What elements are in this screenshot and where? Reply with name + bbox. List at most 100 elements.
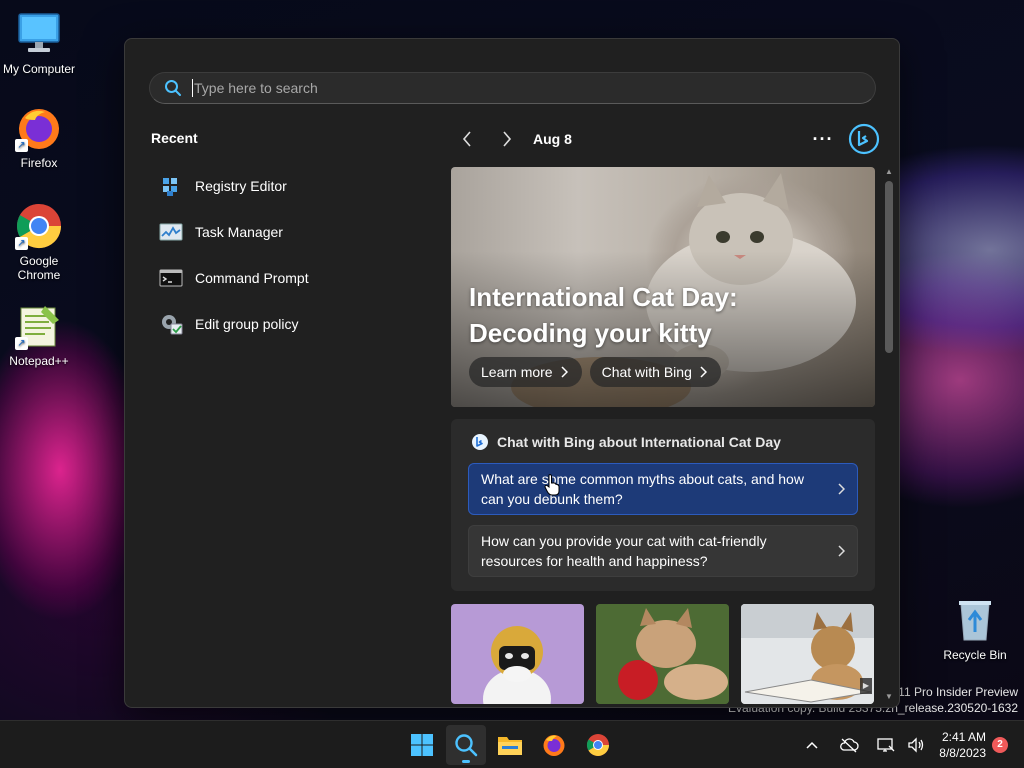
recent-item-edit-group-policy[interactable]: Edit group policy [159, 301, 419, 347]
desktop-icon-label: Firefox [20, 156, 58, 170]
search-panel: Recent Registry Editor Task [124, 38, 900, 708]
taskbar: 2:41 AM 8/8/2023 2 [0, 720, 1024, 768]
taskbar-firefox[interactable] [534, 725, 574, 765]
learn-more-label: Learn more [481, 364, 553, 380]
recent-item-label: Registry Editor [195, 178, 287, 194]
recent-item-task-manager[interactable]: Task Manager [159, 209, 419, 255]
news-feed: International Cat Day: Decoding your kit… [451, 167, 875, 709]
network-icon [877, 738, 895, 752]
desktop-icon-firefox[interactable]: ↗ Firefox [0, 104, 79, 170]
firefox-icon [543, 735, 565, 756]
notification-badge[interactable]: 2 [992, 737, 1008, 753]
desktop-icon-notepad-plus-plus[interactable]: ↗ Notepad++ [0, 302, 79, 368]
news-date: Aug 8 [533, 131, 572, 147]
search-icon [455, 734, 478, 757]
bing-chat-button[interactable] [847, 123, 881, 155]
desktop-icon-google-chrome[interactable]: ↗ Google Chrome [0, 202, 79, 282]
clock-time: 2:41 AM [941, 730, 986, 744]
scroll-up-icon[interactable]: ▲ [883, 167, 895, 176]
bing-icon [472, 434, 488, 450]
watermark-edition: s 11 Pro Insider Preview [888, 685, 1018, 699]
notepadpp-icon: ↗ [15, 302, 63, 350]
taskbar-file-explorer[interactable] [490, 725, 530, 765]
shortcut-arrow-icon: ↗ [15, 237, 28, 250]
chevron-right-icon [838, 480, 846, 500]
cat-book-photo [741, 604, 874, 704]
chat-card-heading-text: Chat with Bing about International Cat D… [497, 434, 781, 450]
chrome-icon: ↗ [15, 202, 63, 250]
taskbar-search-button[interactable] [446, 725, 486, 765]
desktop-icon-my-computer[interactable]: My Computer [0, 10, 79, 76]
hero-title[interactable]: International Cat Day: Decoding your kit… [469, 279, 799, 351]
recent-item-registry-editor[interactable]: Registry Editor [159, 163, 419, 209]
chrome-icon [587, 734, 609, 756]
next-day-button[interactable] [491, 123, 523, 155]
taskbar-clock[interactable]: 2:41 AM 8/8/2023 [939, 729, 986, 761]
windows-start-icon [411, 734, 433, 756]
chevron-up-icon [806, 741, 818, 749]
kitten-apple-photo [596, 604, 729, 704]
firefox-icon: ↗ [15, 104, 63, 152]
carousel-next-button[interactable]: ▶ [860, 678, 872, 694]
feed-scrollbar[interactable]: ▲ ▼ [883, 167, 895, 701]
taskbar-chrome[interactable] [578, 725, 618, 765]
show-hidden-icons-button[interactable] [800, 733, 824, 757]
registry-editor-icon [159, 174, 183, 198]
chevron-right-icon [561, 366, 568, 378]
search-input[interactable] [192, 79, 875, 97]
search-icon [165, 80, 181, 96]
chat-with-bing-label: Chat with Bing [601, 364, 692, 380]
recent-item-label: Edit group policy [195, 316, 299, 332]
carousel-image-kitten-apple[interactable] [596, 604, 729, 704]
chat-prompt-1[interactable]: What are some common myths about cats, a… [468, 463, 858, 515]
desktop-icon-recycle-bin[interactable]: Recycle Bin [935, 596, 1015, 662]
chat-with-bing-button[interactable]: Chat with Bing [589, 357, 721, 387]
carousel-image-cat-book[interactable]: ▶ [741, 604, 874, 704]
taskbar-apps [402, 725, 618, 765]
hero-card[interactable]: International Cat Day: Decoding your kit… [451, 167, 875, 407]
speaker-icon [908, 737, 924, 753]
news-header: Aug 8 ··· [451, 123, 881, 155]
command-prompt-icon [159, 266, 183, 290]
bing-chat-card: Chat with Bing about International Cat D… [451, 419, 875, 591]
recycle-bin-icon [951, 596, 999, 644]
desktop-icon-label: Google Chrome [17, 254, 61, 282]
chevron-right-icon [700, 366, 707, 378]
hand-cursor-icon [544, 474, 560, 496]
cloud-offline-icon [840, 738, 859, 753]
search-box[interactable] [149, 72, 876, 104]
recent-heading: Recent [151, 130, 198, 146]
monitor-icon [15, 10, 63, 58]
chevron-left-icon [462, 131, 471, 147]
more-options-button[interactable]: ··· [807, 123, 839, 155]
cat-helmet-photo [483, 626, 551, 704]
chat-prompt-2[interactable]: How can you provide your cat with cat-fr… [468, 525, 858, 577]
hero-actions: Learn more Chat with Bing [469, 357, 721, 387]
chevron-right-icon [503, 131, 512, 147]
start-button[interactable] [402, 725, 442, 765]
group-policy-icon [159, 312, 183, 336]
recent-item-command-prompt[interactable]: Command Prompt [159, 255, 419, 301]
file-explorer-icon [498, 737, 522, 755]
image-carousel: ▶ [451, 604, 875, 704]
clock-date: 8/8/2023 [939, 746, 986, 760]
volume-button[interactable] [904, 733, 928, 757]
desktop-icon-label: Notepad++ [9, 354, 69, 368]
carousel-image-cat-helmet[interactable] [451, 604, 584, 704]
chat-card-heading: Chat with Bing about International Cat D… [471, 433, 781, 451]
recent-list: Registry Editor Task Manager Command Pro… [159, 163, 419, 347]
scrollbar-thumb[interactable] [885, 181, 893, 353]
chevron-right-icon [838, 542, 846, 562]
network-button[interactable] [874, 733, 898, 757]
system-tray: 2:41 AM 8/8/2023 2 [797, 721, 1008, 768]
recent-item-label: Task Manager [195, 224, 283, 240]
learn-more-button[interactable]: Learn more [469, 357, 582, 387]
previous-day-button[interactable] [451, 123, 483, 155]
onedrive-offline-button[interactable] [837, 733, 861, 757]
shortcut-arrow-icon: ↗ [15, 337, 28, 350]
scroll-down-icon[interactable]: ▼ [883, 692, 895, 701]
chat-prompt-text: How can you provide your cat with cat-fr… [481, 533, 767, 569]
desktop-icon-label: My Computer [2, 62, 76, 76]
desktop-icon-label: Recycle Bin [943, 648, 1007, 662]
chat-prompt-text: What are some common myths about cats, a… [481, 471, 804, 507]
